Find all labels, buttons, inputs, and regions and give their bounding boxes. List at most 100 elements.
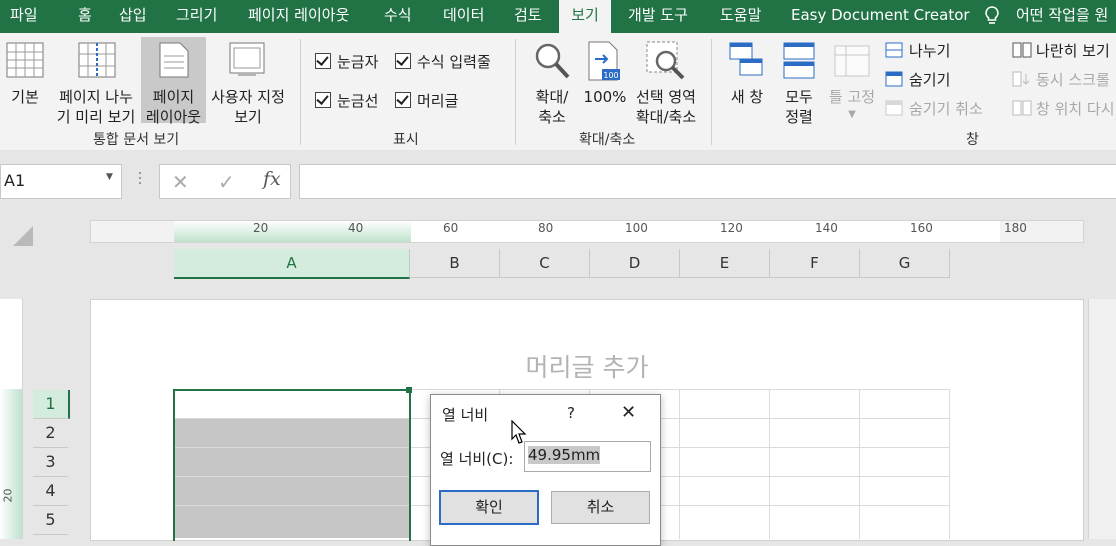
column-header-c[interactable]: C xyxy=(500,249,590,278)
column-width-input[interactable]: 49.95mm xyxy=(524,441,651,472)
tab-insert[interactable]: 삽입 xyxy=(119,0,147,33)
cancel-button[interactable]: 취소 xyxy=(551,491,650,524)
column-header-b[interactable]: B xyxy=(410,249,500,278)
close-icon[interactable]: ✕ xyxy=(621,402,636,423)
new-window-button[interactable]: 새 창 xyxy=(722,37,772,107)
formula-bar-checkbox-label: 수식 입력줄 xyxy=(417,53,491,71)
name-box[interactable]: A1 ▼ xyxy=(0,164,122,199)
headings-checkbox[interactable] xyxy=(395,92,411,108)
gridline xyxy=(859,389,860,539)
gridline xyxy=(949,389,950,539)
tab-help[interactable]: 도움말 xyxy=(720,0,761,33)
normal-view-button[interactable]: 기본 xyxy=(0,37,52,117)
page-break-preview-icon xyxy=(78,42,116,78)
arrange-all-button[interactable]: 모두 정렬 xyxy=(776,37,822,126)
zoom-group-label: 확대/축소 xyxy=(579,132,636,148)
zoom-label-2: 축소 xyxy=(538,108,566,126)
vertical-scrollbar[interactable] xyxy=(1088,299,1116,539)
tab-view[interactable]: 보기 xyxy=(559,0,611,33)
ruler-checkbox[interactable] xyxy=(315,53,331,69)
zoom-100-icon: 100 xyxy=(588,41,620,81)
formula-bar-checkbox[interactable] xyxy=(395,53,411,69)
page-layout-view-label-1: 페이지 xyxy=(152,88,195,106)
row-header-2[interactable]: 2 xyxy=(33,419,68,448)
column-width-value: 49.95mm xyxy=(528,446,601,464)
page-layout-view-label-2: 레이아웃 xyxy=(145,108,202,126)
tab-data[interactable]: 데이터 xyxy=(443,0,484,33)
column-header-a[interactable]: A xyxy=(174,249,410,279)
name-box-dropdown-icon[interactable]: ▼ xyxy=(106,172,113,182)
custom-views-button[interactable]: 사용자 지정 보기 xyxy=(207,37,289,126)
window-group-label: 창 xyxy=(966,132,979,148)
name-box-value: A1 xyxy=(4,171,26,190)
tab-home[interactable]: 홈 xyxy=(78,0,92,33)
help-button[interactable]: ? xyxy=(567,404,575,422)
custom-views-icon xyxy=(229,42,265,76)
page-layout-view-icon xyxy=(159,42,189,78)
ruler-label: 20 xyxy=(253,221,269,235)
horizontal-ruler: 20 40 60 80 100 120 140 160 180 xyxy=(90,220,1084,243)
tab-file[interactable]: 파일 xyxy=(10,0,38,33)
zoom-button[interactable]: 확대/ 축소 xyxy=(527,37,577,126)
tab-draw[interactable]: 그리기 xyxy=(176,0,217,33)
insert-function-icon[interactable]: fx xyxy=(263,168,281,190)
column-header-d[interactable]: D xyxy=(590,249,680,278)
show-group-label: 표시 xyxy=(393,132,419,148)
synchronous-scrolling-icon xyxy=(1012,71,1030,87)
tab-review[interactable]: 검토 xyxy=(514,0,542,33)
split-icon xyxy=(885,42,903,58)
ribbon: 기본 페이지 나누 기 미리 보기 페이지 레이아웃 사용자 지정 보기 통합 … xyxy=(0,33,1116,151)
vertical-ruler-selected-range xyxy=(0,389,22,539)
custom-views-label-2: 보기 xyxy=(234,108,262,126)
select-all-icon[interactable] xyxy=(12,225,34,247)
tab-easy-document-creator[interactable]: Easy Document Creator xyxy=(791,0,970,33)
workbook-views-group-label: 통합 문서 보기 xyxy=(93,132,180,148)
row-header-1[interactable]: 1 xyxy=(33,390,70,419)
dialog-title: 열 너비 xyxy=(442,406,489,424)
page-layout-view-button[interactable]: 페이지 레이아웃 xyxy=(141,37,206,126)
header-placeholder[interactable]: 머리글 추가 xyxy=(91,348,1083,384)
ruler-label: 40 xyxy=(348,221,364,235)
row-header-3[interactable]: 3 xyxy=(33,448,68,477)
split-button[interactable]: 나누기 xyxy=(909,40,950,61)
column-header-e[interactable]: E xyxy=(680,249,770,278)
tab-formulas[interactable]: 수식 xyxy=(384,0,412,33)
tab-page-layout[interactable]: 페이지 레이아웃 xyxy=(248,0,349,33)
enter-icon[interactable]: ✓ xyxy=(218,170,235,194)
tab-developer[interactable]: 개발 도구 xyxy=(628,0,688,33)
unhide-icon xyxy=(885,100,903,116)
tell-me-input[interactable]: 어떤 작업을 원 xyxy=(1016,0,1108,33)
ruler-label: 60 xyxy=(443,221,459,235)
reset-window-position-icon xyxy=(1012,100,1032,116)
column-header-g[interactable]: G xyxy=(860,249,950,278)
gridline xyxy=(679,389,680,539)
hide-icon xyxy=(885,71,903,87)
zoom-100-button[interactable]: 100 100% xyxy=(582,37,628,107)
hide-button[interactable]: 숨기기 xyxy=(909,69,950,90)
view-side-by-side-button[interactable]: 나란히 보기 xyxy=(1036,40,1110,61)
page-break-preview-button[interactable]: 페이지 나누 기 미리 보기 xyxy=(52,37,140,126)
row-header-4[interactable]: 4 xyxy=(33,477,68,506)
custom-views-label-1: 사용자 지정 xyxy=(211,88,285,106)
cancel-icon[interactable]: ✕ xyxy=(172,170,189,194)
vertical-ruler-label: 20 xyxy=(1,488,15,503)
group-separator xyxy=(515,39,516,145)
column-width-label: 열 너비(C): xyxy=(440,450,514,468)
zoom-to-selection-icon xyxy=(646,41,685,80)
zoom-to-selection-button[interactable]: 선택 영역 확대/축소 xyxy=(630,37,702,126)
freeze-panes-icon xyxy=(834,45,870,77)
zoom-100-label: 100% xyxy=(583,88,627,106)
formula-bar-grip-icon[interactable] xyxy=(139,172,142,188)
gridlines-checkbox[interactable] xyxy=(315,92,331,108)
row-header-5[interactable]: 5 xyxy=(33,506,68,535)
column-header-f[interactable]: F xyxy=(770,249,860,278)
page-break-preview-label-1: 페이지 나누 xyxy=(59,88,133,106)
mouse-cursor-icon xyxy=(511,420,527,444)
ok-button[interactable]: 확인 xyxy=(439,490,539,525)
ruler-label: 80 xyxy=(538,221,554,235)
fill-handle[interactable] xyxy=(406,387,412,393)
ruler-label: 120 xyxy=(720,221,743,235)
ruler-checkbox-label: 눈금자 xyxy=(337,53,379,71)
headings-checkbox-label: 머리글 xyxy=(417,92,459,110)
formula-input[interactable] xyxy=(299,164,1116,199)
